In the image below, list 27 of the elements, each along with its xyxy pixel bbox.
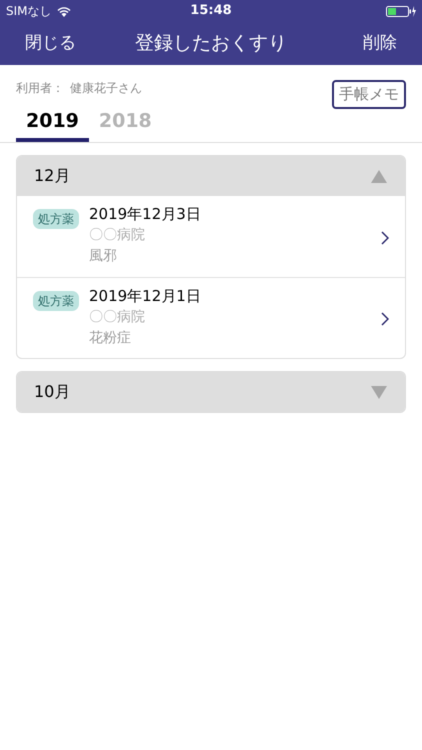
month-header[interactable]: 10月 — [17, 372, 405, 412]
expand-triangle-icon — [371, 386, 387, 398]
battery-icon — [386, 6, 416, 16]
chevron-right-icon — [381, 230, 389, 244]
year-tab[interactable]: 2019 — [16, 102, 89, 142]
user-label: 利用者： — [16, 80, 64, 97]
condition-text: 風邪 — [89, 247, 118, 266]
status-time: 15:48 — [190, 2, 232, 20]
collapse-triangle-icon — [371, 170, 387, 182]
hospital-name: 〇〇病院 — [89, 226, 146, 245]
prescription-row[interactable]: 処方薬 2019年12月3日 〇〇病院 風邪 — [17, 196, 405, 277]
prescription-tag: 処方薬 — [33, 209, 79, 229]
close-button[interactable]: 閉じる — [25, 30, 76, 56]
prescription-tag: 処方薬 — [33, 291, 79, 311]
prescription-row[interactable]: 処方薬 2019年12月1日 〇〇病院 花粉症 — [17, 277, 405, 358]
entry-date: 2019年12月3日 — [89, 204, 202, 225]
condition-text: 花粉症 — [89, 329, 132, 348]
user-name: 健康花子さん — [70, 80, 142, 97]
hospital-name: 〇〇病院 — [89, 308, 146, 327]
memo-button[interactable]: 手帳メモ — [332, 80, 406, 108]
chevron-right-icon — [381, 312, 389, 326]
screen-title: 登録したおくすり — [135, 31, 287, 56]
wifi-icon — [56, 6, 71, 16]
carrier-text: SIMなし — [6, 3, 52, 20]
entry-date: 2019年12月1日 — [89, 286, 202, 307]
month-header[interactable]: 12月 — [17, 156, 405, 196]
delete-button[interactable]: 削除 — [363, 30, 397, 56]
